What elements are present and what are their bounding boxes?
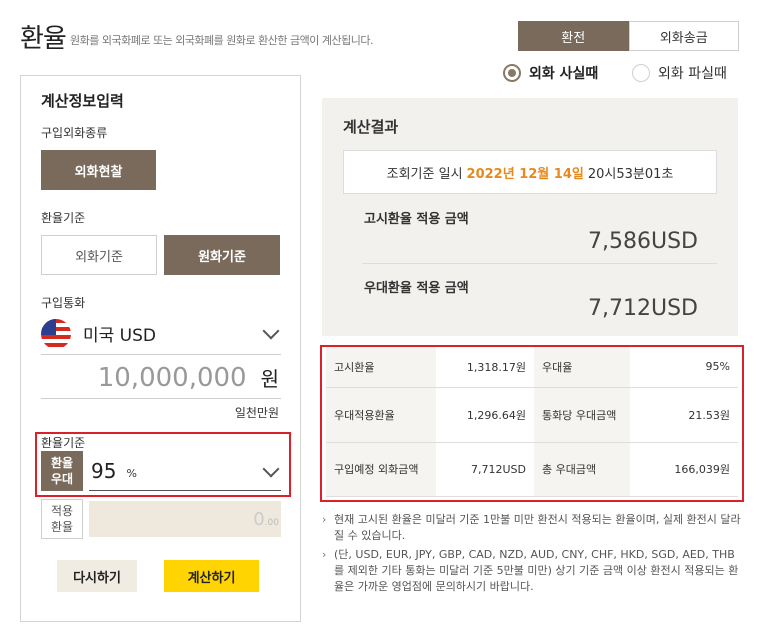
rate-basis-label: 환율기준 — [41, 211, 86, 225]
preferential-badge-line2: 우대 — [50, 472, 74, 486]
calc-input-title: 계산정보입력 — [41, 92, 124, 110]
detail-value: 1,296.64원 — [436, 387, 534, 443]
radio-sell-indicator[interactable] — [632, 64, 650, 82]
detail-value: 7,712USD — [436, 442, 534, 497]
preferential-badge-line1: 환율 — [50, 456, 74, 470]
preferential-label: 환율기준 — [41, 436, 86, 450]
preferential-rate-value: 95 — [91, 458, 117, 483]
applied-badge-line2: 환율 — [50, 520, 74, 534]
note-item: › (단, USD, EUR, JPY, GBP, CAD, NZD, AUD,… — [322, 547, 742, 595]
tab-exchange[interactable]: 환전 — [518, 21, 629, 51]
chevron-down-icon — [262, 322, 280, 340]
calculate-button[interactable]: 계산하기 — [164, 560, 259, 592]
notice-rate-amount-value: 7,586USD — [588, 229, 698, 254]
chevron-right-icon: › — [322, 513, 327, 526]
preferential-rate-unit: % — [126, 467, 137, 480]
radio-buy-label: 외화 사실때 — [529, 66, 599, 82]
amount-input[interactable]: 10,000,000 원 — [41, 357, 281, 399]
note-text: (단, USD, EUR, JPY, GBP, CAD, NZD, AUD, C… — [334, 548, 739, 593]
table-row: 우대적용환율 1,296.64원 통화당 우대금액 21.53원 — [326, 387, 738, 443]
details-table: 고시환율 1,318.17원 우대율 95% 우대적용환율 1,296.64원 … — [320, 345, 744, 502]
foreign-basis-button[interactable]: 외화기준 — [41, 235, 157, 275]
table-row: 고시환율 1,318.17원 우대율 95% — [326, 347, 738, 388]
date-highlight: 2022년 12월 14일 — [466, 166, 584, 182]
amount-value: 10,000,000 — [97, 362, 247, 393]
detail-label: 고시환율 — [326, 347, 436, 388]
page-description: 원화를 외국화폐로 또는 외국화폐를 원화로 환산한 금액이 계산됩니다. — [70, 34, 373, 47]
tab-bar: 환전 외화송금 — [518, 21, 739, 51]
applied-badge-line1: 적용 — [50, 504, 74, 518]
chevron-down-icon — [262, 460, 280, 478]
note-text: 현재 고시된 환율은 미달러 기준 1만불 미만 환전시 적용되는 환율이며, … — [334, 513, 741, 542]
notice-rate-amount-label: 고시환율 적용 금액 — [364, 212, 469, 227]
chevron-right-icon: › — [322, 548, 327, 561]
won-basis-button[interactable]: 원화기준 — [164, 235, 280, 275]
purchase-type-label: 구입외화종류 — [41, 126, 108, 140]
cash-currency-button[interactable]: 외화현찰 — [41, 150, 156, 190]
result-divider — [362, 263, 717, 264]
preferred-rate-amount-value: 7,712USD — [588, 296, 698, 321]
amount-in-words: 일천만원 — [234, 406, 279, 420]
note-item: › 현재 고시된 환율은 미달러 기준 1만불 미만 환전시 적용되는 환율이며… — [322, 512, 742, 544]
detail-label: 우대율 — [534, 347, 630, 388]
detail-label: 우대적용환율 — [326, 387, 436, 443]
detail-value: 21.53원 — [630, 387, 738, 443]
query-datetime: 조회기준 일시 2022년 12월 14일 20시53분01초 — [343, 150, 717, 194]
preferential-badge: 환율 우대 — [41, 451, 83, 491]
detail-label: 통화당 우대금액 — [534, 387, 630, 443]
applied-rate-value: 0 — [253, 508, 265, 530]
detail-value: 1,318.17원 — [436, 347, 534, 388]
detail-value: 166,039원 — [630, 442, 738, 497]
radio-sell-label: 외화 파실때 — [658, 66, 727, 82]
currency-label: 구입통화 — [41, 296, 86, 310]
us-flag-icon — [41, 318, 71, 349]
applied-rate-input[interactable]: 0 .00 — [89, 501, 281, 537]
applied-rate-badge: 적용 환율 — [41, 499, 83, 539]
detail-value: 95% — [630, 347, 738, 388]
reset-button[interactable]: 다시하기 — [57, 560, 137, 592]
page-title: 환율 — [20, 24, 67, 54]
radio-buy[interactable]: 외화 사실때 — [503, 62, 598, 84]
result-title: 계산결과 — [343, 118, 399, 136]
tab-remittance[interactable]: 외화송금 — [628, 21, 739, 51]
currency-select[interactable]: 미국 USD — [41, 313, 281, 355]
date-suffix: 20시53분01초 — [587, 166, 674, 182]
currency-value: 미국 USD — [83, 326, 157, 346]
amount-unit: 원 — [260, 367, 279, 391]
applied-rate-decimal: .00 — [264, 518, 279, 528]
date-prefix: 조회기준 일시 — [386, 166, 463, 182]
preferred-rate-amount-label: 우대환율 적용 금액 — [364, 281, 469, 296]
preferential-rate-select[interactable]: 95 % — [89, 451, 281, 491]
table-row: 구입예정 외화금액 7,712USD 총 우대금액 166,039원 — [326, 442, 738, 497]
notes: › 현재 고시된 환율은 미달러 기준 1만불 미만 환전시 적용되는 환율이며… — [322, 512, 742, 598]
detail-label: 총 우대금액 — [534, 442, 630, 497]
radio-buy-indicator[interactable] — [503, 64, 521, 82]
detail-label: 구입예정 외화금액 — [326, 442, 436, 497]
radio-sell[interactable]: 외화 파실때 — [632, 62, 727, 84]
